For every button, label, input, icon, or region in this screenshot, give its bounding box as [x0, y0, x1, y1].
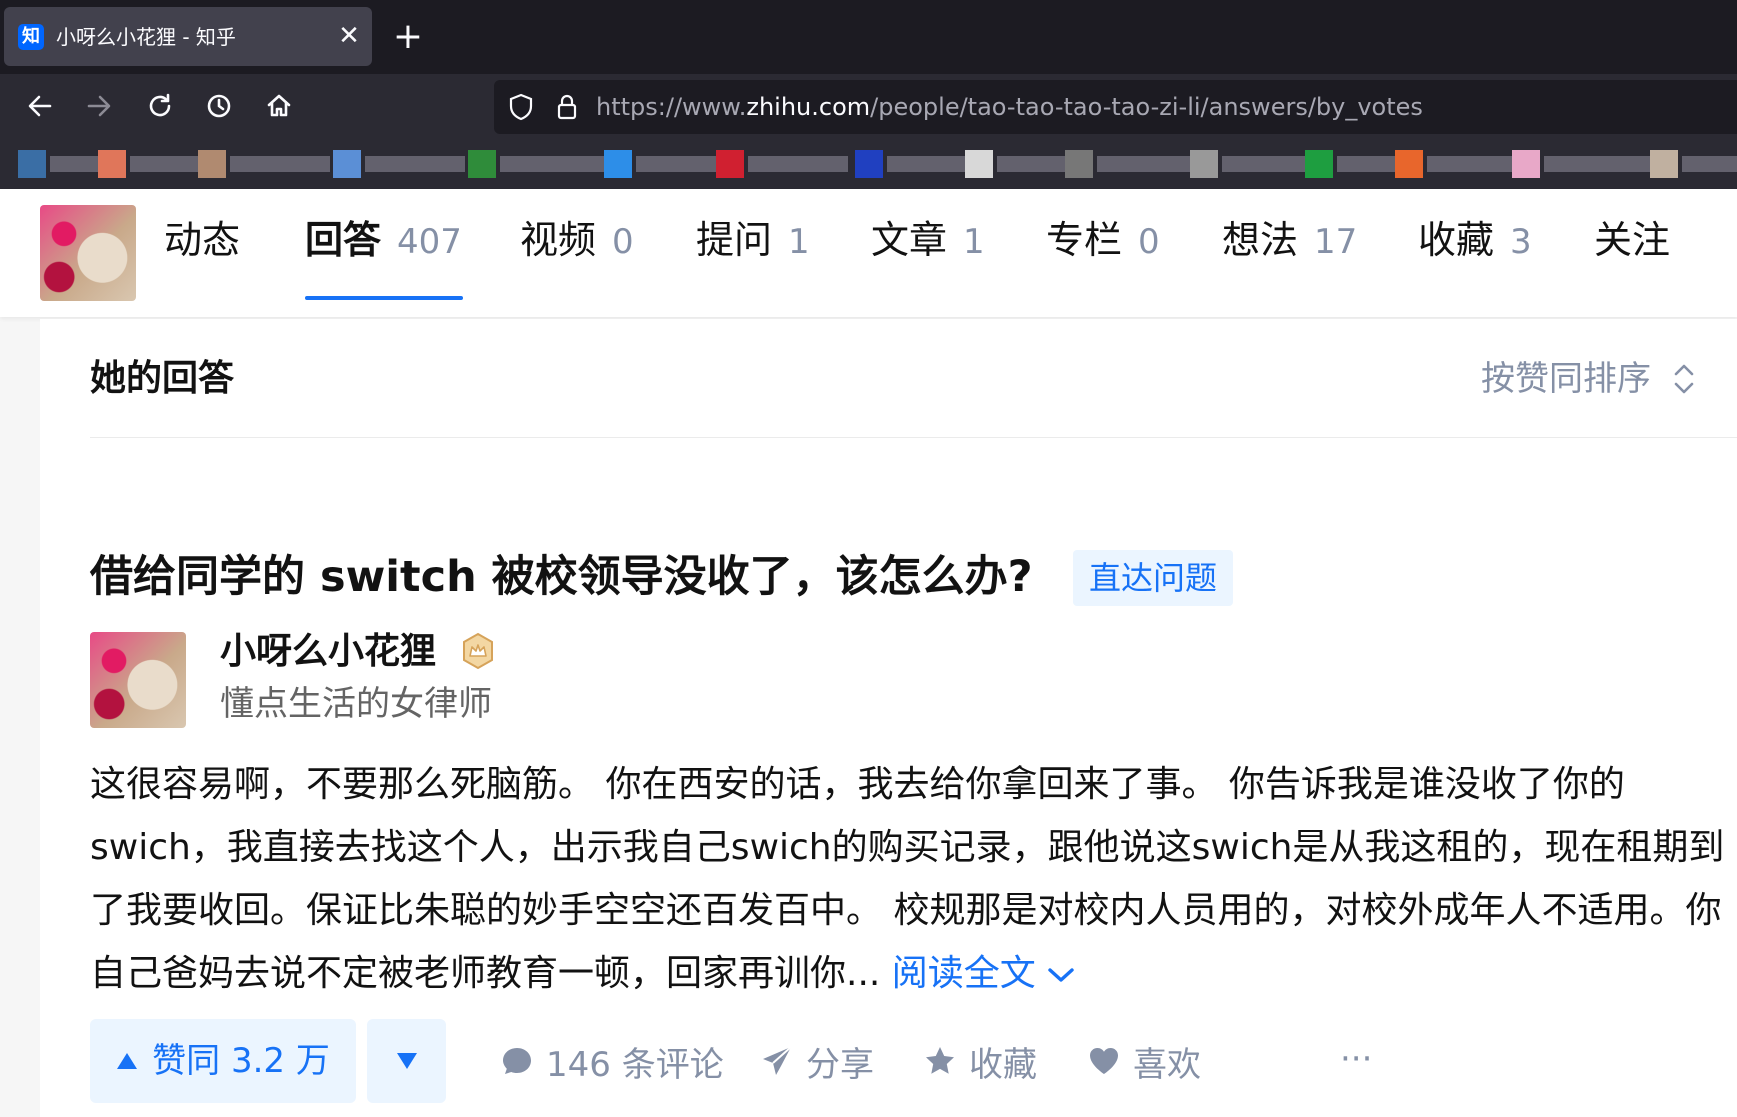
- url-domain: zhihu.com: [746, 93, 871, 121]
- answers-card: 她的回答 按赞同排序 借给同学的 switch 被校领导没收了，该怎么办? 直达…: [40, 319, 1737, 1117]
- tab-title: 小呀么小花狸 - 知乎: [56, 25, 236, 49]
- answers-heading: 她的回答: [90, 358, 235, 399]
- author-bio: 懂点生活的女律师: [220, 684, 492, 724]
- tab-answers[interactable]: 回答 407: [305, 215, 462, 265]
- chevron-down-icon: [1048, 968, 1074, 982]
- forward-arrow-icon[interactable]: [81, 88, 117, 124]
- comments-label: 146 条评论: [546, 1044, 724, 1085]
- bookmark-item[interactable]: [1512, 149, 1654, 179]
- share-button[interactable]: 分享: [760, 1019, 874, 1103]
- tab-count: 0: [1138, 222, 1160, 262]
- url-bar[interactable]: https://www.zhihu.com/people/tao-tao-tao…: [494, 80, 1737, 134]
- upvote-button[interactable]: 赞同 3.2 万: [90, 1019, 356, 1103]
- history-clock-icon[interactable]: [201, 88, 237, 124]
- avatar[interactable]: [40, 205, 136, 301]
- tracking-shield-icon[interactable]: [506, 92, 536, 122]
- read-more-label: 阅读全文: [891, 953, 1036, 994]
- tab-count: 1: [788, 222, 810, 262]
- tab-following[interactable]: 关注: [1594, 215, 1670, 265]
- comment-bubble-icon: [503, 1048, 531, 1074]
- heart-icon: [1090, 1048, 1118, 1074]
- read-more-link[interactable]: 阅读全文: [892, 953, 1076, 994]
- bookmark-item[interactable]: [18, 149, 100, 179]
- like-label: 喜欢: [1133, 1044, 1201, 1085]
- bookmark-item[interactable]: [1650, 149, 1737, 179]
- collect-button[interactable]: 收藏: [923, 1019, 1037, 1103]
- downvote-button[interactable]: [367, 1019, 446, 1103]
- triangle-down-icon: [396, 1053, 417, 1069]
- back-arrow-icon[interactable]: [22, 88, 58, 124]
- tab-count: 1: [963, 222, 985, 262]
- paper-plane-share-icon: [763, 1046, 792, 1075]
- bookmarks-bar: [0, 139, 1737, 189]
- author-avatar[interactable]: [90, 632, 186, 728]
- bookmark-item[interactable]: [965, 149, 1067, 179]
- tab-label: 想法: [1222, 218, 1299, 262]
- triangle-up-icon: [117, 1053, 138, 1069]
- goto-question-button[interactable]: 直达问题: [1073, 550, 1233, 606]
- tab-label: 关注: [1594, 218, 1671, 262]
- answer-excerpt[interactable]: 这很容易啊，不要那么死脑筋。 你在西安的话，我去给你拿回来了事。 你告诉我是谁没…: [90, 753, 1730, 1005]
- tab-label: 提问: [696, 218, 773, 262]
- tab-videos[interactable]: 视频 0: [520, 215, 634, 265]
- tab-label: 回答: [305, 218, 382, 262]
- bookmark-item[interactable]: [1395, 149, 1527, 179]
- author-name[interactable]: 小呀么小花狸: [220, 629, 436, 675]
- tab-collections[interactable]: 收藏 3: [1418, 215, 1532, 265]
- tab-count: 0: [612, 222, 634, 262]
- more-options-button[interactable]: ···: [1340, 1019, 1372, 1103]
- divider: [90, 437, 1737, 438]
- collect-label: 收藏: [969, 1044, 1037, 1085]
- tab-label: 动态: [164, 218, 241, 262]
- url-path: /people/tao-tao-tao-tao-zi-li/answers/by…: [870, 93, 1423, 121]
- tab-label: 视频: [520, 218, 597, 262]
- tab-label: 收藏: [1418, 218, 1495, 262]
- tab-activity[interactable]: 动态: [164, 215, 240, 265]
- sort-selector[interactable]: 按赞同排序: [1481, 357, 1697, 401]
- tab-count: 17: [1314, 222, 1358, 262]
- like-button[interactable]: 喜欢: [1087, 1019, 1201, 1103]
- new-tab-button[interactable]: +: [390, 19, 426, 56]
- share-label: 分享: [806, 1044, 874, 1085]
- crown-badge-icon: [463, 632, 493, 670]
- lock-icon[interactable]: [552, 92, 582, 122]
- tab-columns[interactable]: 专栏 0: [1046, 215, 1160, 265]
- bookmark-item[interactable]: [198, 149, 330, 179]
- profile-nav: 动态 回答 407 视频 0 提问 1 文章 1 专栏 0 想法 17 收藏 3 关注: [0, 189, 1737, 317]
- tab-count: 3: [1510, 222, 1532, 262]
- bookmark-item[interactable]: [855, 149, 967, 179]
- tab-label: 文章: [871, 218, 948, 262]
- url-text[interactable]: https://www.zhihu.com/people/tao-tao-tao…: [596, 92, 1423, 122]
- browser-tabstrip: 知 小呀么小花狸 - 知乎 ✕ +: [0, 0, 1737, 74]
- url-prefix: https://www.: [596, 93, 747, 121]
- tab-questions[interactable]: 提问 1: [696, 215, 810, 265]
- reload-icon[interactable]: [142, 88, 178, 124]
- tab-articles[interactable]: 文章 1: [871, 215, 985, 265]
- bookmark-item[interactable]: [98, 149, 200, 179]
- browser-tab[interactable]: 知 小呀么小花狸 - 知乎 ✕: [4, 7, 372, 66]
- tab-label: 专栏: [1046, 218, 1123, 262]
- comments-button[interactable]: 146 条评论: [500, 1019, 724, 1103]
- active-tab-indicator: [305, 296, 463, 300]
- bookmark-item[interactable]: [716, 149, 848, 179]
- tab-count: 407: [397, 222, 462, 262]
- bookmark-item[interactable]: [604, 149, 726, 179]
- bookmark-item[interactable]: [1190, 149, 1312, 179]
- bookmark-item[interactable]: [333, 149, 465, 179]
- sort-label: 按赞同排序: [1481, 359, 1651, 399]
- sort-updown-icon: [1674, 364, 1694, 394]
- browser-navbar: https://www.zhihu.com/people/tao-tao-tao…: [0, 74, 1737, 139]
- zhihu-favicon-icon: 知: [18, 24, 44, 50]
- answer-actions: 赞同 3.2 万 146 条评论 分享 收藏 喜欢 ···: [90, 1019, 1730, 1103]
- question-title[interactable]: 借给同学的 switch 被校领导没收了，该怎么办?: [90, 549, 1033, 605]
- star-icon: [926, 1047, 954, 1074]
- tab-thoughts[interactable]: 想法 17: [1222, 215, 1357, 265]
- upvote-label: 赞同 3.2 万: [152, 1041, 330, 1081]
- bookmark-item[interactable]: [468, 149, 610, 179]
- close-tab-icon[interactable]: ✕: [334, 21, 364, 51]
- home-icon[interactable]: [261, 88, 297, 124]
